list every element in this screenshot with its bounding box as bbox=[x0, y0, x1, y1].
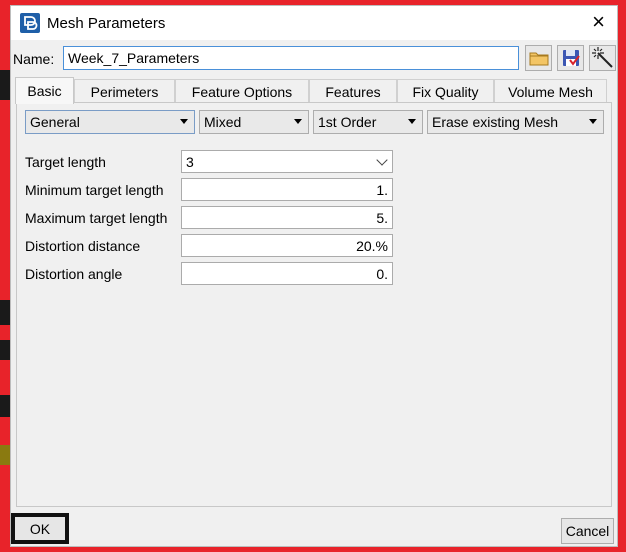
dropdown-arrow-icon bbox=[294, 119, 302, 124]
mesh-type-dropdown[interactable]: General bbox=[25, 110, 195, 134]
cancel-button[interactable]: Cancel bbox=[561, 518, 614, 544]
basic-tab-panel: General Mixed 1st Order Erase existing M… bbox=[16, 102, 612, 507]
dropdown-arrow-icon bbox=[180, 119, 188, 124]
minimum-target-length-field[interactable]: 1. bbox=[181, 178, 393, 201]
dropdown-arrow-icon bbox=[408, 119, 416, 124]
name-label: Name: bbox=[13, 51, 55, 67]
background-block bbox=[0, 340, 10, 360]
param-label: Distortion distance bbox=[25, 238, 141, 254]
tab-label: Features bbox=[325, 83, 381, 100]
magic-wand-button[interactable] bbox=[589, 45, 616, 71]
param-row-distortion-distance: Distortion distance 20.% bbox=[25, 234, 395, 258]
title-bar: Mesh Parameters × bbox=[11, 6, 617, 40]
tab-label: Fix Quality bbox=[412, 83, 479, 100]
tab-label: Volume Mesh bbox=[508, 83, 593, 100]
param-row-target-length: Target length 3 bbox=[25, 150, 395, 174]
ok-button-label: OK bbox=[29, 520, 51, 537]
param-label: Target length bbox=[25, 154, 106, 170]
background-block bbox=[0, 70, 10, 100]
close-icon[interactable]: × bbox=[592, 10, 605, 34]
dropdown-value: Mixed bbox=[204, 114, 242, 130]
target-length-combo[interactable]: 3 bbox=[181, 150, 393, 173]
tab-bar: Basic Perimeters Feature Options Feature… bbox=[13, 77, 615, 104]
param-label: Maximum target length bbox=[25, 210, 168, 226]
distortion-distance-field[interactable]: 20.% bbox=[181, 234, 393, 257]
tab-perimeters[interactable]: Perimeters bbox=[74, 79, 175, 103]
dropdown-value: 1st Order bbox=[318, 114, 377, 130]
param-row-minimum-target-length: Minimum target length 1. bbox=[25, 178, 395, 202]
ok-button[interactable]: OK bbox=[11, 513, 69, 544]
magic-wand-icon bbox=[591, 47, 613, 68]
distortion-angle-field[interactable]: 0. bbox=[181, 262, 393, 285]
param-value: 3 bbox=[186, 154, 194, 170]
param-label: Distortion angle bbox=[25, 266, 123, 282]
tab-label: Basic bbox=[27, 83, 62, 99]
element-order-dropdown[interactable]: 1st Order bbox=[313, 110, 423, 134]
mesh-parameters-dialog: Mesh Parameters × Name: B bbox=[10, 5, 618, 547]
param-label: Minimum target length bbox=[25, 182, 164, 198]
tab-fix-quality[interactable]: Fix Quality bbox=[397, 79, 494, 103]
open-folder-icon bbox=[529, 52, 548, 66]
tab-label: Feature Options bbox=[191, 83, 293, 100]
existing-mesh-dropdown[interactable]: Erase existing Mesh bbox=[427, 110, 604, 134]
save-disk-icon bbox=[562, 50, 580, 66]
dropdown-arrow-icon bbox=[589, 119, 597, 124]
chevron-down-icon bbox=[376, 154, 388, 166]
background-block bbox=[0, 395, 10, 417]
maximum-target-length-field[interactable]: 5. bbox=[181, 206, 393, 229]
dropdown-value: Erase existing Mesh bbox=[432, 114, 559, 130]
open-folder-button[interactable] bbox=[525, 45, 552, 71]
name-input[interactable] bbox=[63, 46, 519, 70]
dropdown-value: General bbox=[30, 114, 80, 130]
param-row-distortion-angle: Distortion angle 0. bbox=[25, 262, 395, 286]
tab-features[interactable]: Features bbox=[309, 79, 397, 103]
tab-feature-options[interactable]: Feature Options bbox=[175, 79, 309, 103]
background-block bbox=[0, 445, 10, 465]
element-shape-dropdown[interactable]: Mixed bbox=[199, 110, 309, 134]
window-title: Mesh Parameters bbox=[47, 15, 166, 32]
tab-volume-mesh[interactable]: Volume Mesh bbox=[494, 79, 607, 103]
cancel-button-label: Cancel bbox=[565, 523, 610, 539]
background-block bbox=[0, 300, 10, 325]
tab-basic[interactable]: Basic bbox=[15, 77, 74, 104]
param-row-maximum-target-length: Maximum target length 5. bbox=[25, 206, 395, 230]
name-row: Name: bbox=[11, 44, 617, 74]
save-button[interactable] bbox=[557, 45, 584, 71]
app-logo-icon bbox=[20, 13, 40, 33]
background-strip bbox=[0, 0, 10, 552]
tab-label: Perimeters bbox=[90, 83, 159, 100]
